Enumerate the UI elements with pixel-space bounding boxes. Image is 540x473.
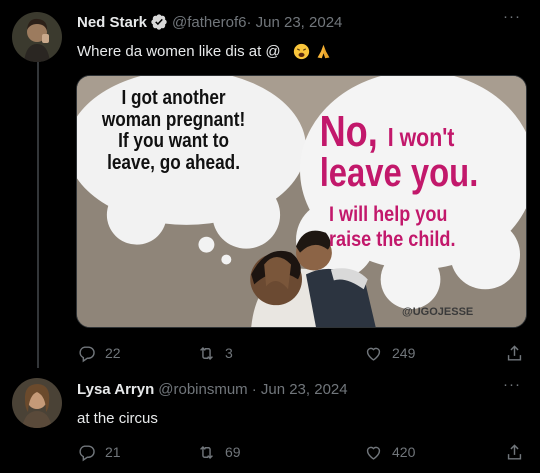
folded-hands-emoji-icon <box>315 43 332 60</box>
share-button[interactable] <box>505 441 524 463</box>
avatar[interactable] <box>12 378 62 428</box>
more-horizontal-icon[interactable]: ··· <box>502 9 522 26</box>
left-bubble-line: I got another <box>121 87 226 109</box>
repost-count: 3 <box>225 345 233 361</box>
reply-button[interactable]: 21 <box>77 441 121 463</box>
like-count: 249 <box>392 345 416 361</box>
reply-count: 21 <box>105 444 121 460</box>
repost-button[interactable]: 3 <box>197 342 233 364</box>
handle[interactable]: @robinsmum <box>158 381 247 398</box>
tweet-text-content: at the circus <box>77 410 158 427</box>
tweet-text: at the circus <box>77 410 158 427</box>
like-count: 420 <box>392 444 416 460</box>
left-bubble-text: I got another woman pregnant! If you wan… <box>97 87 250 174</box>
left-bubble-line: woman pregnant! <box>101 108 246 131</box>
right-bubble-help-line: raise the child. <box>329 228 456 252</box>
weary-face-emoji-icon <box>293 43 310 60</box>
watermark: @UGOJESSE <box>402 306 474 318</box>
right-bubble-help: I will help you raise the child. <box>329 202 501 252</box>
right-bubble-wont: I won't <box>387 122 455 152</box>
repost-icon <box>200 445 213 459</box>
like-button[interactable]: 420 <box>364 441 415 463</box>
reply-count: 22 <box>105 345 121 361</box>
reply-button[interactable]: 22 <box>77 342 121 364</box>
tweet-header: Lysa Arryn @robinsmum · Jun 23, 2024 <box>77 381 348 398</box>
thread-connector-line <box>37 62 39 368</box>
heart-icon <box>366 347 381 361</box>
reply-icon <box>79 345 95 362</box>
display-name[interactable]: Lysa Arryn <box>77 381 154 398</box>
tweet-actions: 21 69 420 <box>77 441 527 463</box>
tweet-header: Ned Stark @fatherof6 · Jun 23, 2024 <box>77 13 342 31</box>
repost-icon <box>200 346 213 360</box>
display-name[interactable]: Ned Stark <box>77 14 147 31</box>
left-bubble-line: If you want to <box>118 130 229 153</box>
repost-count: 69 <box>225 444 241 460</box>
right-bubble-help-line: I will help you <box>329 203 448 226</box>
avatar[interactable] <box>12 12 62 62</box>
right-bubble-leave: leave you. <box>319 151 479 195</box>
right-bubble-no: No, I won't <box>305 108 469 156</box>
tweet-actions: 22 3 249 <box>77 342 527 364</box>
like-button[interactable]: 249 <box>364 342 415 364</box>
tweet-text-content: Where da women like dis at @ <box>77 43 281 60</box>
right-bubble-no-word: No, <box>319 107 378 156</box>
repost-button[interactable]: 69 <box>197 441 241 463</box>
timestamp[interactable]: · Jun 23, 2024 <box>246 14 342 31</box>
tweet-text: Where da women like dis at @ <box>77 43 332 60</box>
share-icon <box>507 344 522 361</box>
timestamp[interactable]: · Jun 23, 2024 <box>252 381 348 398</box>
share-button[interactable] <box>505 342 524 364</box>
handle[interactable]: @fatherof6 <box>172 14 246 31</box>
more-horizontal-icon[interactable]: ··· <box>502 377 522 394</box>
verified-badge-icon <box>150 13 168 31</box>
reply-icon <box>79 444 95 461</box>
left-bubble-line: leave, go ahead. <box>107 151 240 174</box>
share-icon <box>507 443 522 460</box>
heart-icon <box>366 446 381 460</box>
tweet-media-image[interactable]: I got another woman pregnant! If you wan… <box>76 75 527 328</box>
